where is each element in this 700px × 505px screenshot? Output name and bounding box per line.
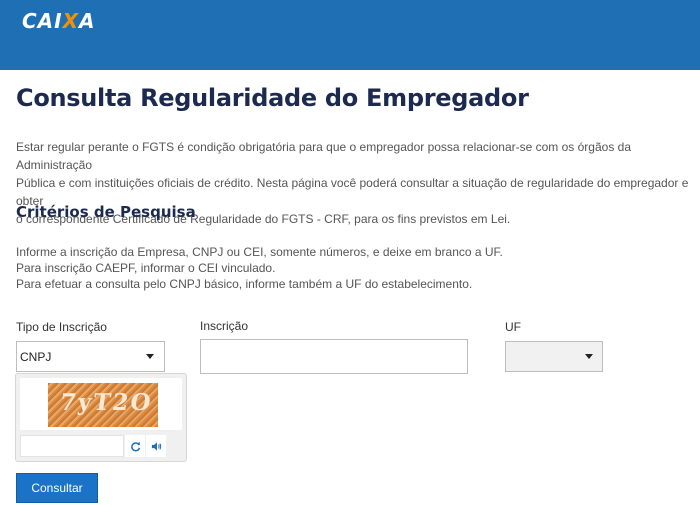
uf-label: UF <box>505 320 521 334</box>
instruction-line: Para inscrição CAEPF, informar o CEI vin… <box>16 261 276 275</box>
top-header: CAIXA <box>0 0 700 70</box>
dropdown-caret-icon <box>146 354 154 359</box>
instruction-line: Para efetuar a consulta pelo CNPJ básico… <box>16 277 473 291</box>
inscricao-label: Inscrição <box>200 319 249 333</box>
captcha-image-frame: 7yT2O <box>20 378 182 430</box>
intro-line: Estar regular perante o FGTS é condição … <box>16 140 632 172</box>
uf-select[interactable] <box>505 341 603 372</box>
logo-text-end: A <box>79 9 96 33</box>
refresh-icon <box>130 441 140 451</box>
caixa-logo[interactable]: CAIXA <box>22 9 96 33</box>
dropdown-caret-icon <box>585 354 593 359</box>
search-instructions: Informe a inscrição da Empresa, CNPJ ou … <box>16 244 696 292</box>
captcha-input[interactable] <box>20 435 124 457</box>
captcha-refresh-button[interactable] <box>125 435 145 457</box>
speaker-icon <box>151 441 161 451</box>
tipo-inscricao-select[interactable]: CNPJ <box>16 341 165 372</box>
tipo-inscricao-value: CNPJ <box>20 350 52 364</box>
captcha-image-text: 7yT2O <box>58 389 155 416</box>
consultar-button[interactable]: Consultar <box>16 473 98 503</box>
captcha-audio-button[interactable] <box>146 435 166 457</box>
section-title: Critérios de Pesquisa <box>16 203 196 221</box>
page-title: Consulta Regularidade do Empregador <box>16 84 529 112</box>
logo-text-main: CAI <box>22 9 63 33</box>
instruction-line: Informe a inscrição da Empresa, CNPJ ou … <box>16 245 503 259</box>
captcha-image: 7yT2O <box>48 383 158 427</box>
tipo-inscricao-label: Tipo de Inscrição <box>16 320 107 334</box>
captcha-widget: 7yT2O <box>15 373 187 462</box>
inscricao-input[interactable] <box>200 339 468 374</box>
logo-text-accent: X <box>62 9 80 33</box>
